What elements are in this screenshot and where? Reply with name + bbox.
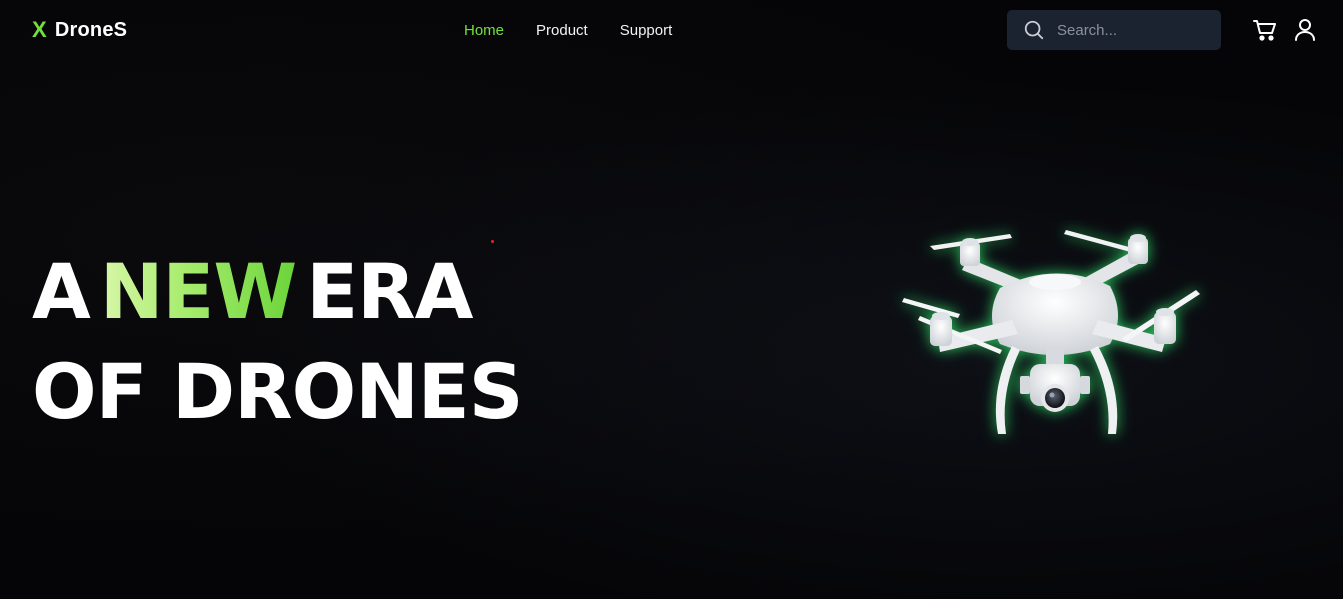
user-icon bbox=[1295, 19, 1315, 41]
landing-page: X DroneS Home Product Support Search... … bbox=[0, 0, 1343, 599]
drone-image bbox=[902, 230, 1200, 434]
nav-support-link[interactable]: Support bbox=[620, 22, 673, 39]
brand-mark: X bbox=[32, 17, 47, 42]
nav-product-link[interactable]: Product bbox=[536, 22, 588, 39]
brand-name: DroneS bbox=[54, 18, 128, 41]
hero-line-2: OF DRONES bbox=[32, 347, 523, 436]
nav-home-link[interactable]: Home bbox=[464, 22, 504, 39]
main-nav: Home Product Support bbox=[464, 20, 704, 40]
hero-headline: A NEW ERA OF DRONES bbox=[32, 242, 523, 442]
brand-logo[interactable]: X DroneS bbox=[32, 16, 127, 44]
hero-line-1: A NEW ERA bbox=[32, 242, 522, 342]
hero-word-era: ERA bbox=[306, 247, 473, 336]
cart-icon bbox=[1253, 20, 1276, 41]
hero-highlight-new: NEW bbox=[99, 247, 297, 336]
hero-word-a: A bbox=[32, 247, 91, 336]
user-account-button[interactable] bbox=[1294, 18, 1316, 42]
search-icon bbox=[1024, 20, 1044, 40]
top-navbar: X DroneS Home Product Support bbox=[0, 0, 1343, 60]
cart-button[interactable] bbox=[1252, 18, 1278, 42]
search-input[interactable] bbox=[1055, 20, 1209, 40]
decorative-dot bbox=[491, 240, 494, 243]
search-box[interactable] bbox=[1007, 10, 1221, 50]
